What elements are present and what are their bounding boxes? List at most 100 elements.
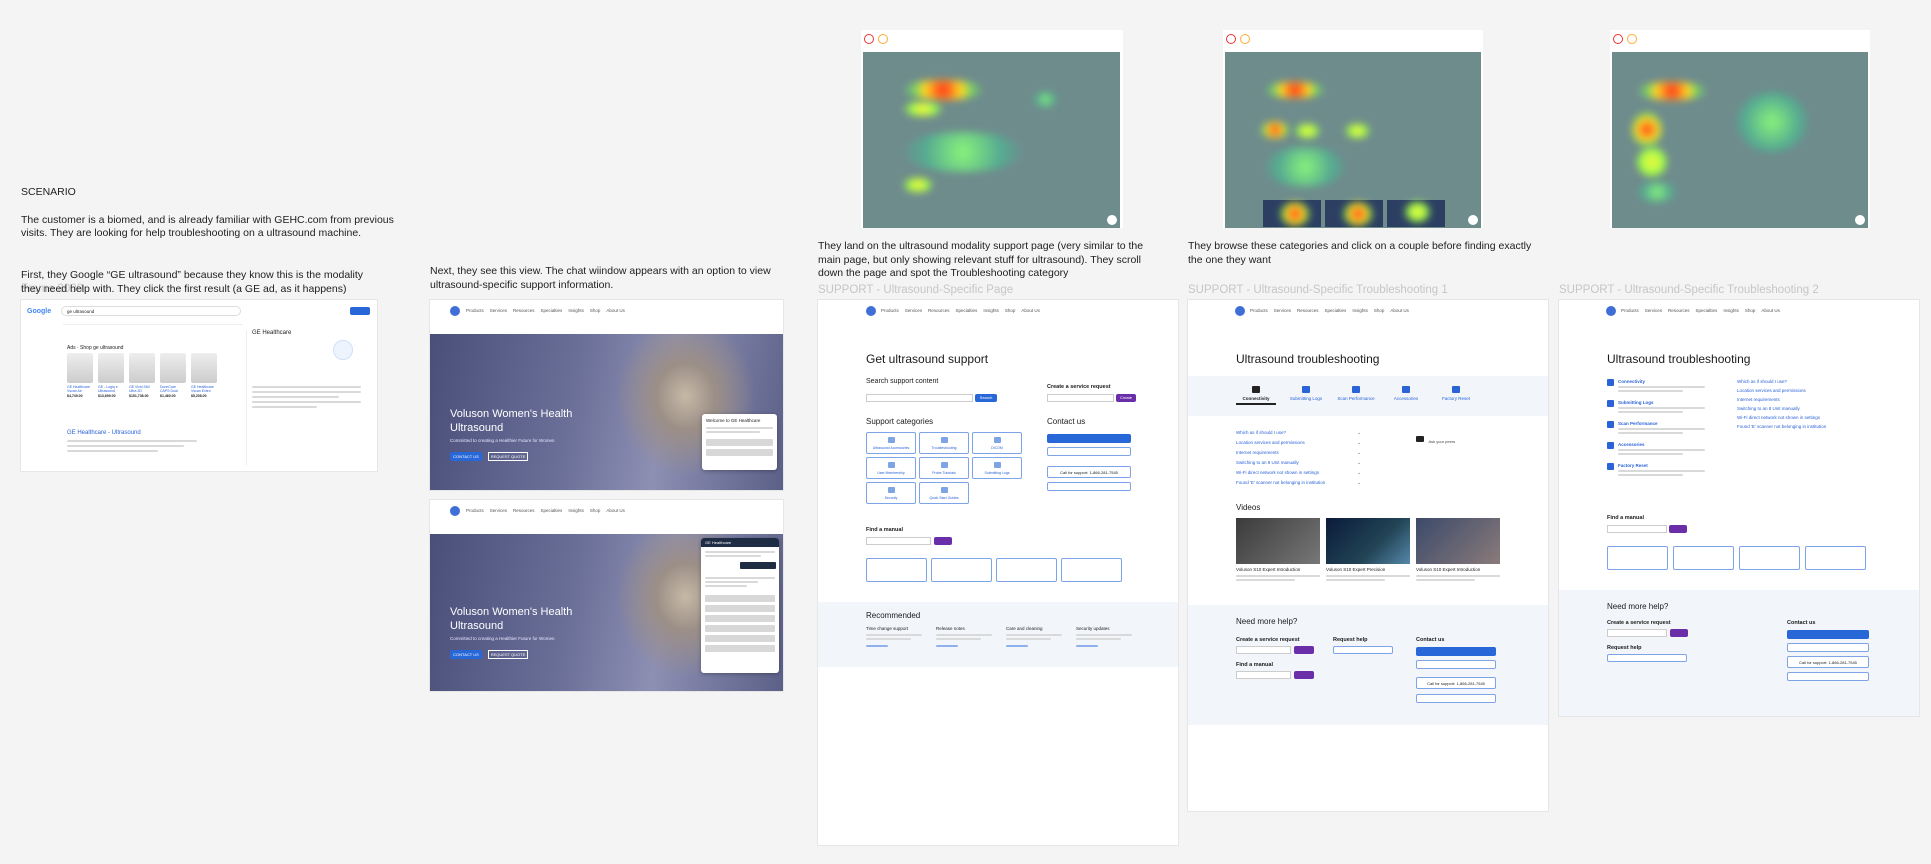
nav-item[interactable]: Shop [1374, 308, 1385, 313]
product-name[interactable]: GE Healthcare Vscan Air [67, 385, 93, 393]
nav-item[interactable]: Shop [1745, 308, 1756, 313]
category-tile[interactable]: Ultrasound Accessories [866, 432, 916, 454]
nav-item[interactable]: About Us [1761, 308, 1780, 313]
nav-item[interactable]: Shop [590, 308, 601, 313]
ge-logo[interactable] [1235, 306, 1245, 316]
request-quote-button[interactable]: REQUEST QUOTE [488, 650, 528, 659]
ge-logo[interactable] [450, 306, 460, 316]
nav-item[interactable]: Products [466, 308, 484, 313]
chat-button[interactable] [1047, 434, 1131, 443]
nav-item[interactable]: Resources [1297, 308, 1319, 313]
call-support-button[interactable]: Call for support: 1-866-281-7545 [1047, 466, 1131, 478]
faq-link[interactable]: Which as if should I use? [1737, 379, 1887, 384]
manual-search-button[interactable] [934, 537, 952, 545]
learn-more-link[interactable] [1076, 645, 1099, 647]
chat-option-1[interactable] [706, 439, 773, 446]
chat-option-2[interactable] [706, 449, 773, 456]
tab-accessories[interactable]: Accessories [1386, 386, 1426, 405]
category-scan-performance[interactable]: Scan Performance [1607, 421, 1727, 434]
manual-search-button[interactable] [1294, 671, 1314, 679]
category-tile[interactable]: Probe Tutorials [919, 457, 969, 479]
nav-item[interactable]: About Us [1390, 308, 1409, 313]
product-card[interactable]: DonnCare CAPS Dual $1,460.00 [160, 353, 186, 398]
contact-us-button[interactable]: CONTACT US [450, 650, 482, 659]
nav-item[interactable]: Specialties [541, 508, 563, 513]
service-request-input[interactable] [1607, 629, 1667, 637]
product-card[interactable]: GE Vivid S60 Ultra 2D $151,738.00 [129, 353, 155, 398]
product-card[interactable]: GE - Logiq e Ultrasound $13,699.00 [98, 353, 124, 398]
nav-item[interactable]: Insights [1352, 308, 1368, 313]
nav-item[interactable]: About Us [606, 308, 625, 313]
faq-link[interactable]: Location services and permissions [1737, 388, 1887, 393]
learn-more-link[interactable] [936, 645, 959, 647]
manual-search-input[interactable] [866, 537, 931, 545]
chat-window[interactable]: Welcome to GE Healthcare [702, 414, 777, 470]
category-tile[interactable]: Security [866, 482, 916, 504]
learn-more-link[interactable] [866, 645, 889, 647]
faq-item[interactable]: Wi-Fi direct network not shown in settin… [1236, 470, 1361, 476]
tab-scan-performance[interactable]: Scan Performance [1336, 386, 1376, 405]
ge-logo[interactable] [866, 306, 876, 316]
chat-button[interactable] [1787, 630, 1869, 639]
video-card[interactable]: Voluson S10 Expert Introduction [1236, 518, 1320, 581]
service-request-input[interactable] [1236, 646, 1291, 654]
tab-connectivity[interactable]: Connectivity [1236, 386, 1276, 405]
nav-item[interactable]: Resources [513, 308, 535, 313]
request-callback-button[interactable] [1787, 643, 1869, 652]
nav-item[interactable]: Services [1274, 308, 1291, 313]
nav-item[interactable]: Shop [590, 508, 601, 513]
faq-link[interactable]: Internet requirements [1737, 397, 1887, 402]
category-submitting-logs[interactable]: Submitting Logs [1607, 400, 1727, 413]
nav-item[interactable]: Insights [568, 308, 584, 313]
request-callback-button[interactable] [1416, 660, 1496, 669]
category-tile[interactable]: Troubleshooting [919, 432, 969, 454]
product-name[interactable]: DonnCare CAPS Dual [160, 385, 186, 393]
create-button[interactable]: Create [1116, 394, 1136, 402]
video-card[interactable]: Voluson S10 Expert Introduction [1416, 518, 1500, 581]
find-calling-options[interactable] [1787, 672, 1869, 681]
category-factory-reset[interactable]: Factory Reset [1607, 463, 1727, 476]
google-signin-button[interactable] [350, 307, 370, 315]
faq-item[interactable]: Location services and permissions ⌄ [1236, 440, 1361, 446]
create-support-ticket[interactable] [1607, 654, 1687, 662]
nav-item[interactable]: Products [466, 508, 484, 513]
manual-search-input[interactable] [1607, 525, 1667, 533]
faq-item[interactable]: Switching to an 8 Unit manually ⌄ [1236, 460, 1361, 466]
product-name[interactable]: GE Vivid S60 Ultra 2D [129, 385, 155, 393]
find-calling-options[interactable] [1416, 694, 1496, 703]
nav-item[interactable]: Services [490, 308, 507, 313]
nav-item[interactable]: Insights [1723, 308, 1739, 313]
recommended-item[interactable]: Time change support [866, 626, 922, 647]
ge-logo[interactable] [450, 506, 460, 516]
faq-item[interactable]: Internet requirements ⌄ [1236, 450, 1361, 456]
nav-item[interactable]: Products [1250, 308, 1268, 313]
chat-window-expanded[interactable]: GE Healthcare [701, 538, 779, 673]
category-accessories[interactable]: Accessories [1607, 442, 1727, 455]
category-tile[interactable]: Submitting Logs [972, 457, 1022, 479]
nav-item[interactable]: Insights [983, 308, 999, 313]
nav-item[interactable]: Specialties [1325, 308, 1347, 313]
faq-link[interactable]: Found 'E' scanner not belonging in insti… [1737, 424, 1887, 429]
support-search-button[interactable]: Search [975, 394, 997, 402]
nav-item[interactable]: Services [905, 308, 922, 313]
recommended-item[interactable]: Release notes [936, 626, 992, 647]
nav-item[interactable]: Specialties [1696, 308, 1718, 313]
nav-item[interactable]: Specialties [541, 308, 563, 313]
create-button[interactable] [1670, 629, 1688, 637]
google-search-input[interactable]: ge ultrasound [61, 306, 241, 316]
recommended-item[interactable]: Security updates [1076, 626, 1132, 647]
category-connectivity[interactable]: Connectivity [1607, 379, 1727, 392]
tab-submitting-logs[interactable]: Submitting Logs [1286, 386, 1326, 405]
manual-search-input[interactable] [1236, 671, 1291, 679]
faq-link[interactable]: Switching to an 8 Unit manually [1737, 406, 1887, 411]
faq-item[interactable]: Found 'E' scanner not belonging in insti… [1236, 480, 1361, 486]
product-card[interactable]: GE Healthcare Vscan Exten $5,208.00 [191, 353, 217, 398]
chat-button[interactable] [1416, 647, 1496, 656]
nav-item[interactable]: Shop [1005, 308, 1016, 313]
nav-item[interactable]: About Us [606, 508, 625, 513]
nav-item[interactable]: Products [881, 308, 899, 313]
nav-item[interactable]: Resources [513, 508, 535, 513]
create-support-ticket[interactable] [1333, 646, 1393, 654]
tab-factory-reset[interactable]: Factory Reset [1436, 386, 1476, 405]
nav-item[interactable]: Resources [928, 308, 950, 313]
